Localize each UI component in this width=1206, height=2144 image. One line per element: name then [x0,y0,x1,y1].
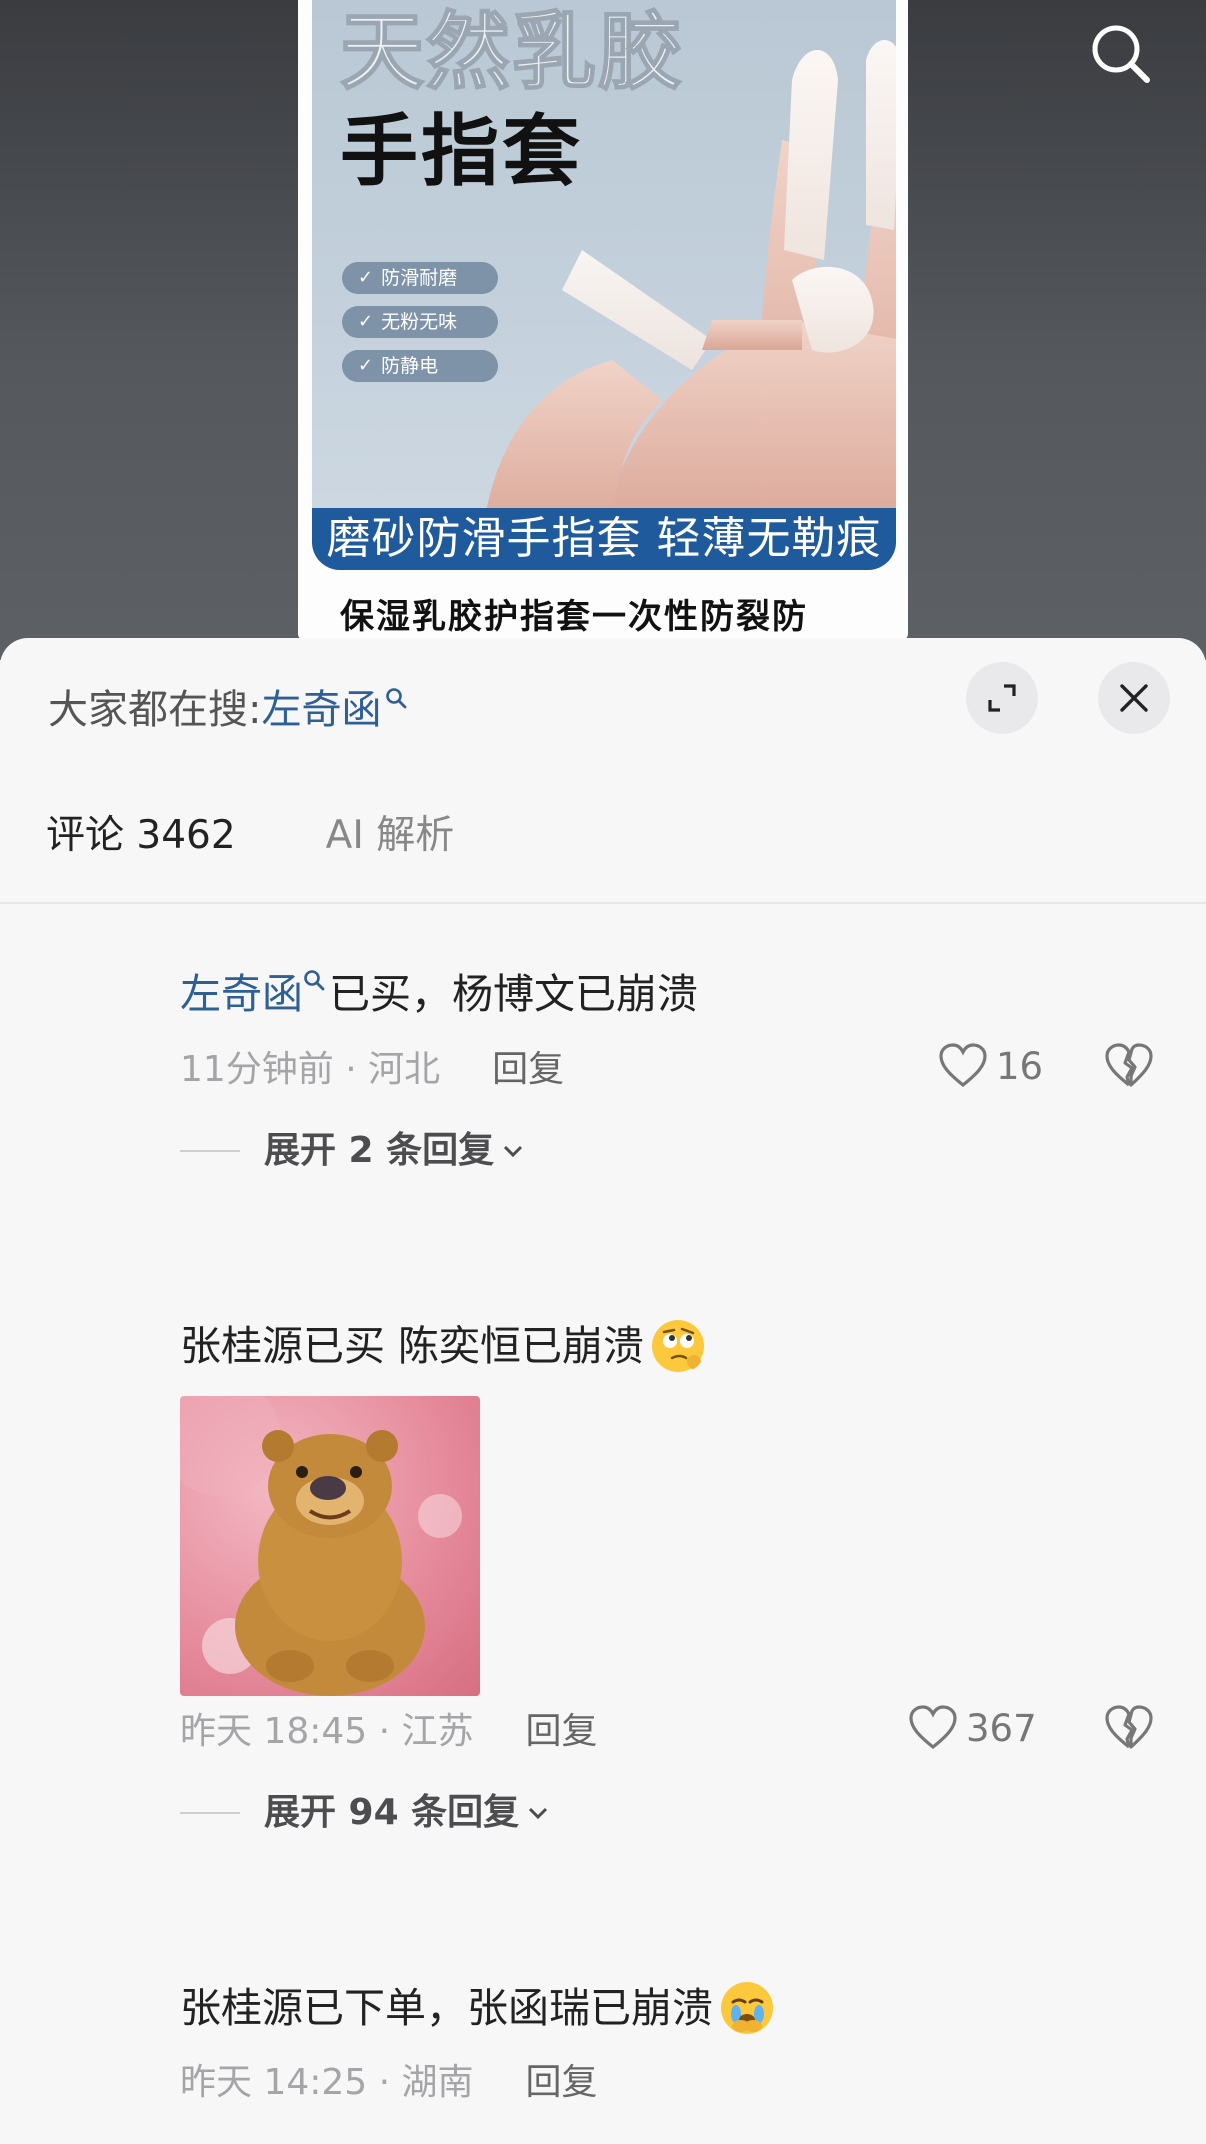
feature-badge: ✓ 防滑耐磨 [342,262,498,294]
comment-body: 张桂源已买 陈奕恒已崩溃 [180,1322,645,1370]
broken-heart-icon [1105,1043,1153,1087]
reply-button[interactable]: 回复 [526,1707,598,1757]
product-title-line2: 手指套 [340,107,584,197]
close-button[interactable] [1098,662,1170,734]
comment-sheet: 大家都在搜: 左奇函 评论 3462 AI 解析 左奇函 已买，杨博文已崩溃 1… [0,638,1206,2144]
search-button[interactable] [1085,18,1157,90]
comment-item: 张桂源已买 陈奕恒已崩溃 [180,1316,706,1376]
product-subtitle: 保湿乳胶护指套一次性防裂防 [340,597,808,637]
like-button[interactable]: 16 [938,1043,1043,1089]
crying-emoji-icon [721,1982,773,2034]
expand-replies-label: 展开 94 条回复 [264,1792,520,1833]
comment-item: 张桂源已下单，张函瑞已崩溃 [180,1978,775,2038]
comment-text: 张桂源已买 陈奕恒已崩溃 [180,1316,706,1376]
video-player[interactable]: 天然乳胶 手指套 ✓ 防滑耐磨 ✓ 无粉无味 ✓ 防静电 磨砂防滑手指套 轻薄无勒痕 … [0,0,1206,660]
comment-body: 张桂源已下单，张函瑞已崩溃 [180,1984,713,2032]
hot-search-prefix: 大家都在搜: [48,687,262,733]
close-icon [1120,684,1148,712]
like-count: 16 [996,1044,1044,1088]
comment-meta: 11分钟前 · 河北 回复 [180,1045,564,1095]
comment-text: 张桂源已下单，张函瑞已崩溃 [180,1978,775,2038]
tab-ai-analysis[interactable]: AI 解析 [326,808,455,864]
chevron-down-icon [504,1145,523,1158]
expand-icon [988,684,1016,712]
comment-item: 左奇函 已买，杨博文已崩溃 [180,964,698,1024]
comment-time-location: 昨天 18:45 · 江苏 [180,1711,474,1752]
like-button[interactable]: 367 [908,1705,1037,1751]
comment-keyword-link[interactable]: 左奇函 [180,964,303,1024]
chevron-down-icon [529,1807,548,1820]
comment-image[interactable] [180,1396,480,1696]
expand-replies-button[interactable]: 展开 94 条回复 [180,1788,551,1838]
comment-meta: 昨天 18:45 · 江苏 回复 [180,1707,598,1757]
product-image: 天然乳胶 手指套 ✓ 防滑耐磨 ✓ 无粉无味 ✓ 防静电 磨砂防滑手指套 轻薄无勒痕 … [298,0,908,640]
product-image-panel: 天然乳胶 手指套 ✓ 防滑耐磨 ✓ 无粉无味 ✓ 防静电 磨砂防滑手指套 轻薄无勒痕 [312,0,896,570]
check-icon: ✓ [358,311,374,332]
hot-search-bar[interactable]: 大家都在搜: 左奇函 [48,682,407,738]
reply-button[interactable]: 回复 [492,1045,564,1095]
heart-icon [939,1043,987,1088]
product-banner: 磨砂防滑手指套 轻薄无勒痕 [312,508,896,570]
feature-badge: ✓ 防静电 [342,350,498,382]
like-count: 367 [966,1706,1037,1750]
expand-replies-label: 展开 2 条回复 [264,1130,495,1171]
tab-comments[interactable]: 评论 3462 [46,808,236,864]
check-icon: ✓ [358,355,374,376]
expand-line [180,1812,240,1814]
reply-button[interactable]: 回复 [526,2058,598,2108]
dislike-button[interactable] [1104,1043,1154,1093]
tabs-divider [0,902,1206,904]
check-icon: ✓ [358,267,374,288]
comment-text: 左奇函 已买，杨博文已崩溃 [180,964,698,1024]
expand-fullscreen-button[interactable] [966,662,1038,734]
expand-line [180,1150,240,1152]
thinking-eye-roll-emoji-icon [652,1320,705,1372]
comment-tabs: 评论 3462 AI 解析 [46,808,454,864]
hot-search-keyword[interactable]: 左奇函 [261,682,381,738]
broken-heart-icon [1105,1705,1153,1749]
search-small-icon [386,688,407,709]
comment-time-location: 昨天 14:25 · 湖南 [180,2062,474,2103]
comment-time-location: 11分钟前 · 河北 [180,1049,441,1090]
comment-meta: 昨天 14:25 · 湖南 回复 [180,2058,598,2108]
search-small-icon [304,970,325,991]
feature-badge: ✓ 无粉无味 [342,306,498,338]
product-feature-badges: ✓ 防滑耐磨 ✓ 无粉无味 ✓ 防静电 [342,262,498,394]
expand-replies-button[interactable]: 展开 2 条回复 [180,1126,526,1176]
comment-body: 已买，杨博文已崩溃 [329,970,698,1018]
dislike-button[interactable] [1104,1705,1154,1755]
search-icon [1092,25,1150,83]
bear-sticker-image [180,1396,462,1696]
product-title-line1: 天然乳胶 [339,3,685,101]
heart-icon [909,1705,957,1750]
